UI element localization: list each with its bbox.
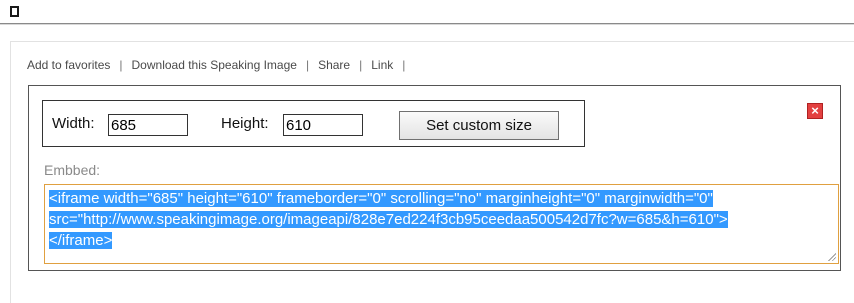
close-icon[interactable]: × xyxy=(807,103,823,119)
embed-code-line: </iframe> xyxy=(49,232,113,249)
share-link[interactable]: Share xyxy=(318,58,350,72)
height-label: Height: xyxy=(221,115,269,132)
separator: | xyxy=(402,58,406,72)
embed-code-textarea[interactable]: <iframe width="685" height="610" framebo… xyxy=(44,184,839,264)
checkbox-square-icon[interactable] xyxy=(10,6,19,17)
action-links: Add to favorites | Download this Speaking … xyxy=(27,58,414,72)
resize-grip-icon[interactable] xyxy=(827,252,836,261)
add-to-favorites-link[interactable]: Add to favorites xyxy=(27,58,110,72)
height-input[interactable] xyxy=(283,114,363,136)
separator: | xyxy=(119,58,123,72)
width-label: Width: xyxy=(52,115,95,132)
embed-code-line: <iframe width="685" height="610" framebo… xyxy=(49,190,713,207)
separator: | xyxy=(359,58,363,72)
separator: | xyxy=(305,58,310,72)
download-link[interactable]: Download this Speaking Image xyxy=(132,58,297,72)
link-link[interactable]: Link xyxy=(371,58,393,72)
embed-label: Embbed: xyxy=(44,162,101,178)
divider-shadow xyxy=(0,24,854,25)
width-input[interactable] xyxy=(108,114,188,136)
set-custom-size-button[interactable]: Set custom size xyxy=(399,111,559,140)
embed-code-line: src="http://www.speakingimage.org/imagea… xyxy=(49,211,728,228)
embed-code-text: <iframe width="685" height="610" framebo… xyxy=(49,188,834,251)
top-bar xyxy=(0,0,854,26)
